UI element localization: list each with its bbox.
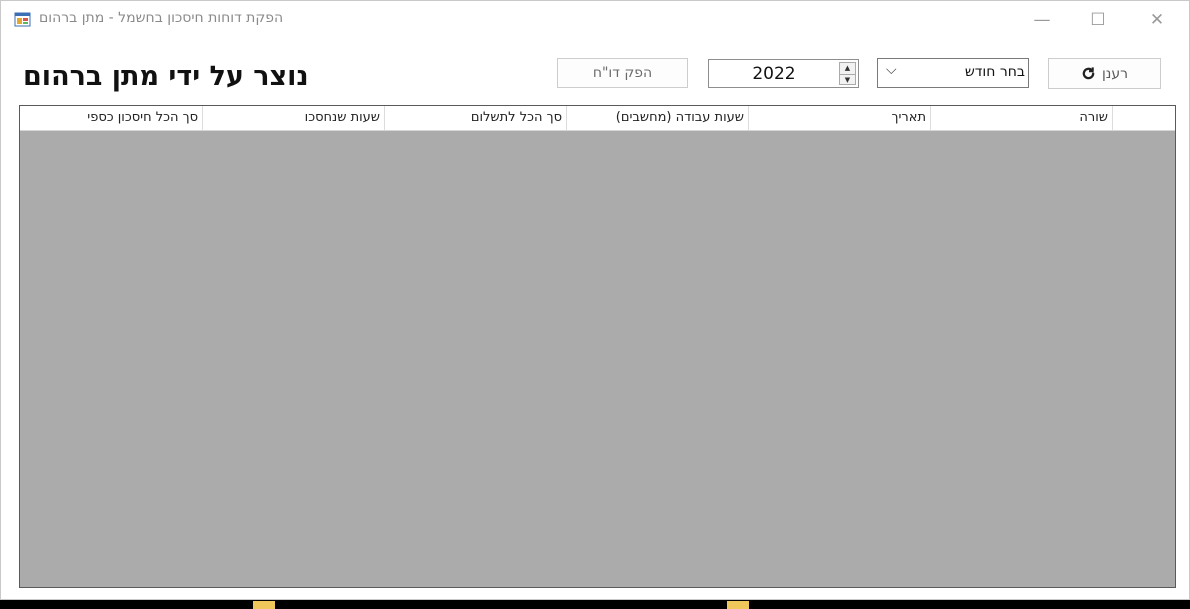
- taskbar-app-icon[interactable]: [727, 601, 749, 609]
- chevron-down-icon[interactable]: ⌵: [886, 62, 897, 78]
- column-header-work-hours[interactable]: שעות עבודה (מחשבים): [567, 106, 749, 130]
- column-header-date[interactable]: תאריך: [749, 106, 931, 130]
- maximize-button[interactable]: ☐: [1086, 9, 1110, 31]
- title-bar[interactable]: הפקת דוחות חיסכון בחשמל - מתן ברהום — ☐ …: [1, 1, 1189, 39]
- window-title: הפקת דוחות חיסכון בחשמל - מתן ברהום: [39, 10, 284, 26]
- generate-report-button[interactable]: הפק דו"ח: [557, 58, 688, 88]
- page-title: נוצר על ידי מתן ברהום: [23, 61, 309, 92]
- year-stepper[interactable]: 2022 ▲ ▼: [708, 59, 859, 88]
- column-header-money-saved[interactable]: סך הכל חיסכון כספי: [20, 106, 203, 130]
- app-window-icon: [14, 12, 31, 27]
- month-select-value: בחר חודש: [964, 64, 1025, 80]
- minimize-button[interactable]: —: [1030, 9, 1054, 31]
- spin-up-icon[interactable]: ▲: [840, 63, 855, 75]
- spin-down-icon[interactable]: ▼: [840, 75, 855, 86]
- column-header-row[interactable]: שורה: [931, 106, 1113, 130]
- close-button[interactable]: ✕: [1145, 9, 1169, 31]
- grid-header: סך הכל חיסכון כספי שעות שנחסכו סך הכל לת…: [20, 106, 1175, 131]
- taskbar-app-icon[interactable]: [253, 601, 275, 609]
- refresh-button[interactable]: רענן: [1048, 58, 1161, 89]
- month-select[interactable]: בחר חודש ⌵: [877, 58, 1029, 88]
- year-spinner[interactable]: ▲ ▼: [839, 62, 856, 85]
- refresh-icon: [1082, 67, 1095, 80]
- main-window: הפקת דוחות חיסכון בחשמל - מתן ברהום — ☐ …: [0, 0, 1190, 600]
- report-grid[interactable]: סך הכל חיסכון כספי שעות שנחסכו סך הכל לת…: [19, 105, 1176, 588]
- refresh-label: רענן: [1101, 65, 1129, 82]
- year-value[interactable]: 2022: [709, 64, 839, 84]
- row-header-corner: [1113, 106, 1175, 130]
- column-header-total-payment[interactable]: סך הכל לתשלום: [385, 106, 567, 130]
- column-header-hours-saved[interactable]: שעות שנחסכו: [203, 106, 385, 130]
